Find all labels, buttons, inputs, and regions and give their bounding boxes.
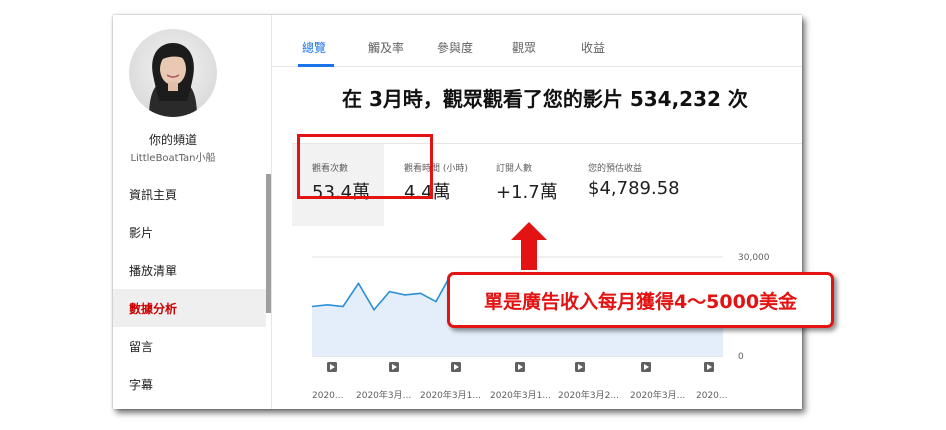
metric-value: +1.7萬 [496,182,558,203]
metric-card-subscribers[interactable]: 訂閱人數 +1.7萬 [476,144,568,226]
sidebar-nav: 資訊主頁 影片 播放清單 數據分析 留言 字幕 [113,175,266,403]
video-marker-icon [515,362,525,372]
channel-title: 你的頻道 [148,133,197,147]
page-headline: 在 3月時，觀眾觀看了您的影片 534,232 次 [342,87,748,111]
tab-reach[interactable]: 觸及率 [368,39,404,56]
main-panel: 總覽 觸及率 參與度 觀眾 收益 在 3月時，觀眾觀看了您的影片 534,232… [272,15,802,409]
metric-value: $4,789.58 [588,178,680,199]
tab-audience[interactable]: 觀眾 [512,39,536,56]
play-glyph-icon [454,364,459,370]
sidebar-item-videos[interactable]: 影片 [113,213,266,251]
tab-overview[interactable]: 總覽 [302,39,326,56]
x-tick-label: 2020... [312,391,344,401]
revenue-highlight-box [297,134,433,199]
active-tab-indicator [298,64,334,67]
play-glyph-icon [644,364,649,370]
sidebar: 你的頻道 LittleBoatTan小船 資訊主頁 影片 播放清單 數據分析 留… [113,15,272,409]
series-line [311,271,468,312]
x-tick-label: 2020年3月1... [490,389,551,401]
y-tick-label: 0 [738,352,744,362]
play-glyph-icon [707,364,712,370]
sidebar-item-dashboard[interactable]: 資訊主頁 [113,175,266,213]
metric-label: 您的預估收益 [588,164,643,174]
metric-card-estimated-revenue[interactable]: 您的預估收益 $4,789.58 [568,144,698,226]
play-glyph-icon [330,364,335,370]
x-tick-label: 2020... [696,391,728,401]
play-glyph-icon [518,364,523,370]
x-tick-label: 2020年3月... [356,389,411,401]
play-glyph-icon [392,364,397,370]
channel-handle: LittleBoatTan小船 [130,153,216,164]
sidebar-scrollbar[interactable] [266,174,271,313]
x-tick-label: 2020年3月2... [558,389,619,401]
sidebar-item-playlists[interactable]: 播放清單 [113,251,266,289]
y-tick-label: 30,000 [738,253,770,263]
up-arrow-icon [511,222,547,270]
video-marker-icon [451,362,461,372]
play-glyph-icon [578,364,583,370]
x-tick-label: 2020年3月1... [420,389,481,401]
tab-revenue[interactable]: 收益 [581,39,605,56]
video-marker-icon [327,362,337,372]
avatar[interactable] [129,29,217,117]
video-marker-icon [389,362,399,372]
tab-engagement[interactable]: 參與度 [437,39,473,56]
sidebar-item-subtitles[interactable]: 字幕 [113,365,266,403]
sidebar-item-comments[interactable]: 留言 [113,327,266,365]
metric-label: 訂閱人數 [496,164,533,174]
video-marker-icon [641,362,651,372]
x-tick-label: 2020年3月... [630,389,685,401]
tab-bar: 總覽 觸及率 參與度 觀眾 收益 [272,15,802,67]
sidebar-item-analytics[interactable]: 數據分析 [113,289,266,327]
profile-photo-icon [149,43,197,117]
analytics-window: 你的頻道 LittleBoatTan小船 資訊主頁 影片 播放清單 數據分析 留… [113,15,802,409]
video-marker-icon [575,362,585,372]
video-marker-icon [704,362,714,372]
revenue-callout: 單是廣告收入每月獲得4～5000美金 [447,272,834,328]
